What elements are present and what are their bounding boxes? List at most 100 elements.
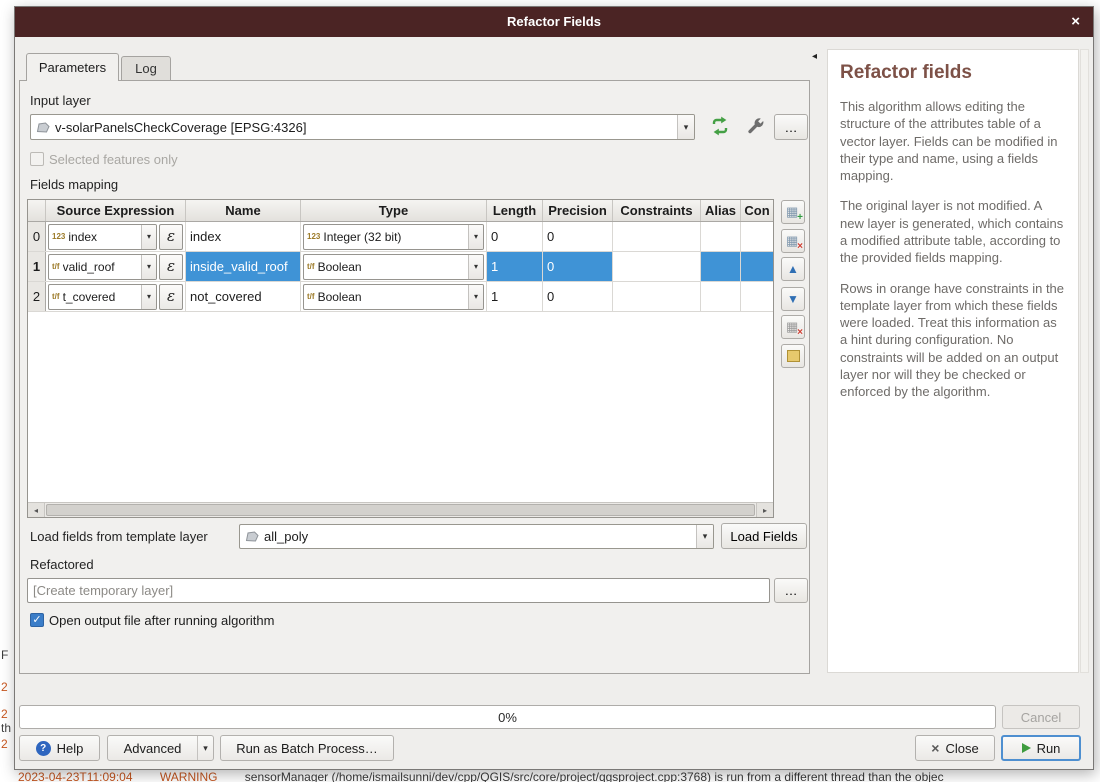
scroll-left-icon[interactable]: ◂: [28, 503, 45, 517]
length-cell[interactable]: 1: [487, 252, 543, 281]
run-button[interactable]: Run: [1001, 735, 1081, 761]
column-header-constraints[interactable]: Constraints: [613, 200, 701, 221]
constraints-cell[interactable]: [613, 282, 701, 311]
chevron-down-icon[interactable]: ▾: [696, 525, 713, 548]
precision-cell[interactable]: 0: [543, 252, 613, 281]
help-button[interactable]: ? Help: [19, 735, 100, 761]
dialog-titlebar[interactable]: Refactor Fields ×: [15, 7, 1093, 37]
load-fields-from-layer-button[interactable]: [781, 344, 805, 368]
help-panel-scrollbar[interactable]: [1080, 49, 1089, 673]
cancel-button[interactable]: Cancel: [1002, 705, 1080, 729]
tab-log[interactable]: Log: [121, 56, 171, 81]
reset-fields-button[interactable]: ▦ ×: [781, 315, 805, 339]
selected-features-checkbox[interactable]: [30, 152, 44, 166]
advanced-button[interactable]: Advanced ▾: [107, 735, 214, 761]
comment-cell[interactable]: [741, 222, 773, 251]
type-combo[interactable]: t/f Boolean ▾: [303, 284, 484, 310]
close-icon[interactable]: ×: [1071, 7, 1080, 37]
chevron-down-icon[interactable]: ▾: [197, 736, 213, 760]
row-number[interactable]: 1: [28, 252, 46, 281]
column-header-alias[interactable]: Alias: [701, 200, 741, 221]
type-combo[interactable]: t/f Boolean ▾: [303, 254, 484, 280]
column-header-source-expression[interactable]: Source Expression: [46, 200, 186, 221]
run-arrow-icon: [1022, 743, 1031, 753]
collapse-help-panel-button[interactable]: ◂: [812, 51, 817, 62]
help-paragraph: The original layer is not modified. A ne…: [840, 197, 1066, 266]
open-output-label: Open output file after running algorithm: [49, 613, 274, 628]
name-cell[interactable]: not_covered: [186, 282, 301, 311]
refactored-output-input[interactable]: [27, 578, 770, 603]
source-field-combo[interactable]: 123 index ▾: [48, 224, 157, 250]
type-cell: t/f Boolean ▾: [301, 282, 487, 311]
background-log-fragment: th: [1, 721, 11, 735]
constraints-cell[interactable]: [613, 222, 701, 251]
refactored-browse-button[interactable]: …: [774, 578, 808, 603]
source-field-value: t_covered: [63, 290, 141, 304]
corner-header[interactable]: [28, 200, 46, 221]
alias-cell[interactable]: [701, 222, 741, 251]
add-field-button[interactable]: ▦ +: [781, 200, 805, 224]
batch-label: Run as Batch Process…: [236, 741, 378, 756]
column-header-length[interactable]: Length: [487, 200, 543, 221]
horizontal-scrollbar[interactable]: ◂ ▸: [28, 502, 773, 517]
help-button-label: Help: [57, 741, 84, 756]
input-layer-browse-button[interactable]: …: [774, 114, 808, 140]
source-field-combo[interactable]: t/f valid_roof ▾: [48, 254, 157, 280]
chevron-down-icon[interactable]: ▾: [468, 255, 483, 279]
open-output-checkbox[interactable]: ✓: [30, 613, 44, 627]
help-paragraph: This algorithm allows editing the struct…: [840, 98, 1066, 184]
delete-field-button[interactable]: ▦ ×: [781, 229, 805, 253]
iterate-icon: [709, 115, 731, 140]
chevron-down-icon[interactable]: ▾: [141, 225, 156, 249]
column-header-name[interactable]: Name: [186, 200, 301, 221]
log-level: WARNING: [160, 770, 218, 782]
chevron-down-icon[interactable]: ▾: [468, 285, 483, 309]
boolean-field-icon: t/f: [307, 262, 315, 271]
iterate-over-layer-button[interactable]: [707, 114, 733, 140]
column-header-comment[interactable]: Con: [741, 200, 773, 221]
alias-cell[interactable]: [701, 252, 741, 281]
constraints-cell[interactable]: [613, 252, 701, 281]
column-header-precision[interactable]: Precision: [543, 200, 613, 221]
advanced-options-button[interactable]: [742, 114, 768, 140]
length-cell[interactable]: 0: [487, 222, 543, 251]
alias-cell[interactable]: [701, 282, 741, 311]
tab-parameters[interactable]: Parameters: [26, 53, 119, 81]
comment-cell[interactable]: [741, 282, 773, 311]
table-row: 1 t/f valid_roof ▾ ε inside_valid_roof: [28, 252, 773, 282]
close-icon: ×: [931, 741, 939, 755]
expression-builder-button[interactable]: ε: [159, 284, 183, 310]
input-layer-label: Input layer: [30, 93, 91, 108]
length-cell[interactable]: 1: [487, 282, 543, 311]
comment-cell[interactable]: [741, 252, 773, 281]
name-cell[interactable]: index: [186, 222, 301, 251]
name-cell[interactable]: inside_valid_roof: [186, 252, 301, 281]
template-layer-combo[interactable]: all_poly ▾: [239, 524, 714, 549]
row-number[interactable]: 2: [28, 282, 46, 311]
chevron-down-icon[interactable]: ▾: [677, 115, 694, 139]
run-as-batch-button[interactable]: Run as Batch Process…: [220, 735, 394, 761]
move-field-up-button[interactable]: ▲: [781, 257, 805, 281]
scrollbar-thumb[interactable]: [46, 504, 755, 516]
load-fields-button[interactable]: Load Fields: [721, 523, 807, 549]
chevron-down-icon[interactable]: ▾: [468, 225, 483, 249]
arrow-down-icon: ▼: [782, 288, 804, 310]
progress-bar: 0%: [19, 705, 996, 729]
source-field-combo[interactable]: t/f t_covered ▾: [48, 284, 157, 310]
close-button[interactable]: × Close: [915, 735, 995, 761]
expression-builder-button[interactable]: ε: [159, 224, 183, 250]
expression-builder-button[interactable]: ε: [159, 254, 183, 280]
precision-cell[interactable]: 0: [543, 282, 613, 311]
column-header-type[interactable]: Type: [301, 200, 487, 221]
type-combo[interactable]: 123 Integer (32 bit) ▾: [303, 224, 484, 250]
background-log-fragment: F: [1, 648, 8, 662]
chevron-down-icon[interactable]: ▾: [141, 255, 156, 279]
scroll-right-icon[interactable]: ▸: [756, 503, 773, 517]
chevron-down-icon[interactable]: ▾: [141, 285, 156, 309]
run-label: Run: [1037, 741, 1061, 756]
precision-cell[interactable]: 0: [543, 222, 613, 251]
progress-value: 0%: [498, 710, 517, 725]
input-layer-combo[interactable]: v-solarPanelsCheckCoverage [EPSG:4326] ▾: [30, 114, 695, 140]
row-number[interactable]: 0: [28, 222, 46, 251]
move-field-down-button[interactable]: ▼: [781, 287, 805, 311]
